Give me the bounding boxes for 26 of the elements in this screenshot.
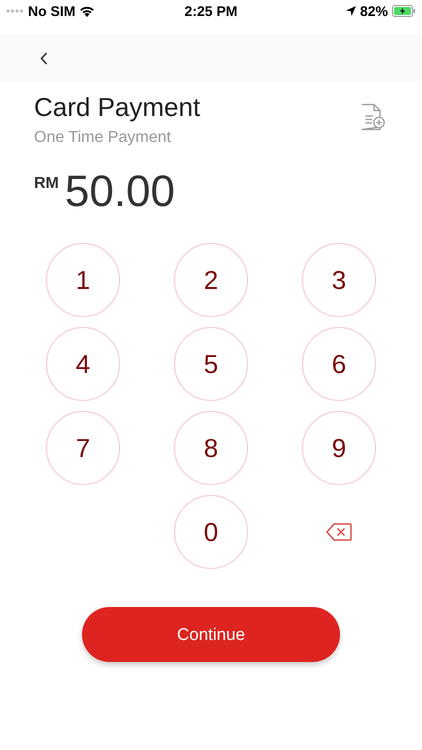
page-title: Card Payment <box>34 91 200 123</box>
carrier-text: No SIM <box>28 3 76 19</box>
battery-percent: 82% <box>360 3 388 19</box>
document-add-icon[interactable] <box>360 103 386 131</box>
status-time: 2:25 PM <box>184 3 238 19</box>
digit-key[interactable]: 5 <box>174 327 248 401</box>
page-subtitle: One Time Payment <box>34 129 172 147</box>
digit-key[interactable]: 4 <box>46 327 120 401</box>
signal-icon <box>6 9 24 13</box>
digit-key[interactable]: 1 <box>46 243 120 317</box>
digit-key[interactable]: 2 <box>174 243 248 317</box>
digit-key[interactable]: 7 <box>46 411 120 485</box>
amount-value: 50.00 <box>64 169 175 215</box>
digit-key[interactable]: 3 <box>302 243 376 317</box>
digit-key[interactable]: 9 <box>302 411 376 485</box>
battery-icon <box>392 5 416 17</box>
continue-button[interactable]: Continue <box>82 607 340 662</box>
location-icon <box>346 6 356 16</box>
backspace-icon <box>326 523 352 541</box>
digit-key[interactable]: 8 <box>174 411 248 485</box>
digit-key[interactable]: 0 <box>174 495 248 569</box>
wifi-icon <box>79 5 96 17</box>
currency-label: RM <box>34 175 59 193</box>
digit-key[interactable]: 6 <box>302 327 376 401</box>
backspace-button[interactable] <box>326 523 352 541</box>
back-icon <box>40 52 48 64</box>
